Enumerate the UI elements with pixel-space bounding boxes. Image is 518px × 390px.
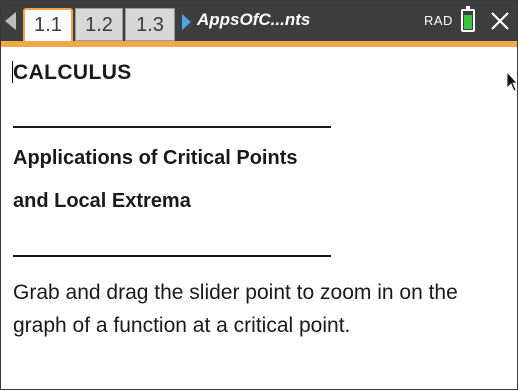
app-window: 1.1 1.2 1.3 AppsOfC...nts RAD CALCULUS A… bbox=[0, 0, 518, 390]
tab-label: 1.3 bbox=[136, 14, 164, 36]
battery-level-fill bbox=[464, 15, 472, 29]
tab-label: 1.1 bbox=[34, 14, 62, 36]
subtitle-line-2: and Local Extrema bbox=[13, 190, 191, 212]
tab-1-1[interactable]: 1.1 bbox=[23, 8, 73, 41]
divider-bottom bbox=[13, 255, 331, 257]
document-title[interactable]: AppsOfC...nts bbox=[197, 10, 310, 30]
page-heading: CALCULUS bbox=[13, 61, 132, 84]
active-page-strip bbox=[1, 41, 517, 47]
tab-1-2[interactable]: 1.2 bbox=[75, 8, 123, 41]
battery-icon bbox=[461, 6, 475, 32]
instructions-text: Grab and drag the slider point to zoom i… bbox=[13, 281, 458, 337]
tab-label: 1.2 bbox=[85, 14, 113, 36]
chevron-left-icon[interactable] bbox=[5, 12, 16, 30]
tab-bar: 1.1 1.2 1.3 AppsOfC...nts RAD bbox=[1, 1, 517, 41]
tab-1-3[interactable]: 1.3 bbox=[125, 8, 175, 41]
triangle-right-icon[interactable] bbox=[182, 14, 191, 30]
close-icon[interactable] bbox=[489, 10, 511, 32]
divider-top bbox=[13, 126, 331, 128]
angle-mode-indicator: RAD bbox=[424, 13, 453, 28]
subtitle-line-1: Applications of Critical Points bbox=[13, 147, 298, 169]
mouse-pointer-icon bbox=[506, 71, 517, 92]
